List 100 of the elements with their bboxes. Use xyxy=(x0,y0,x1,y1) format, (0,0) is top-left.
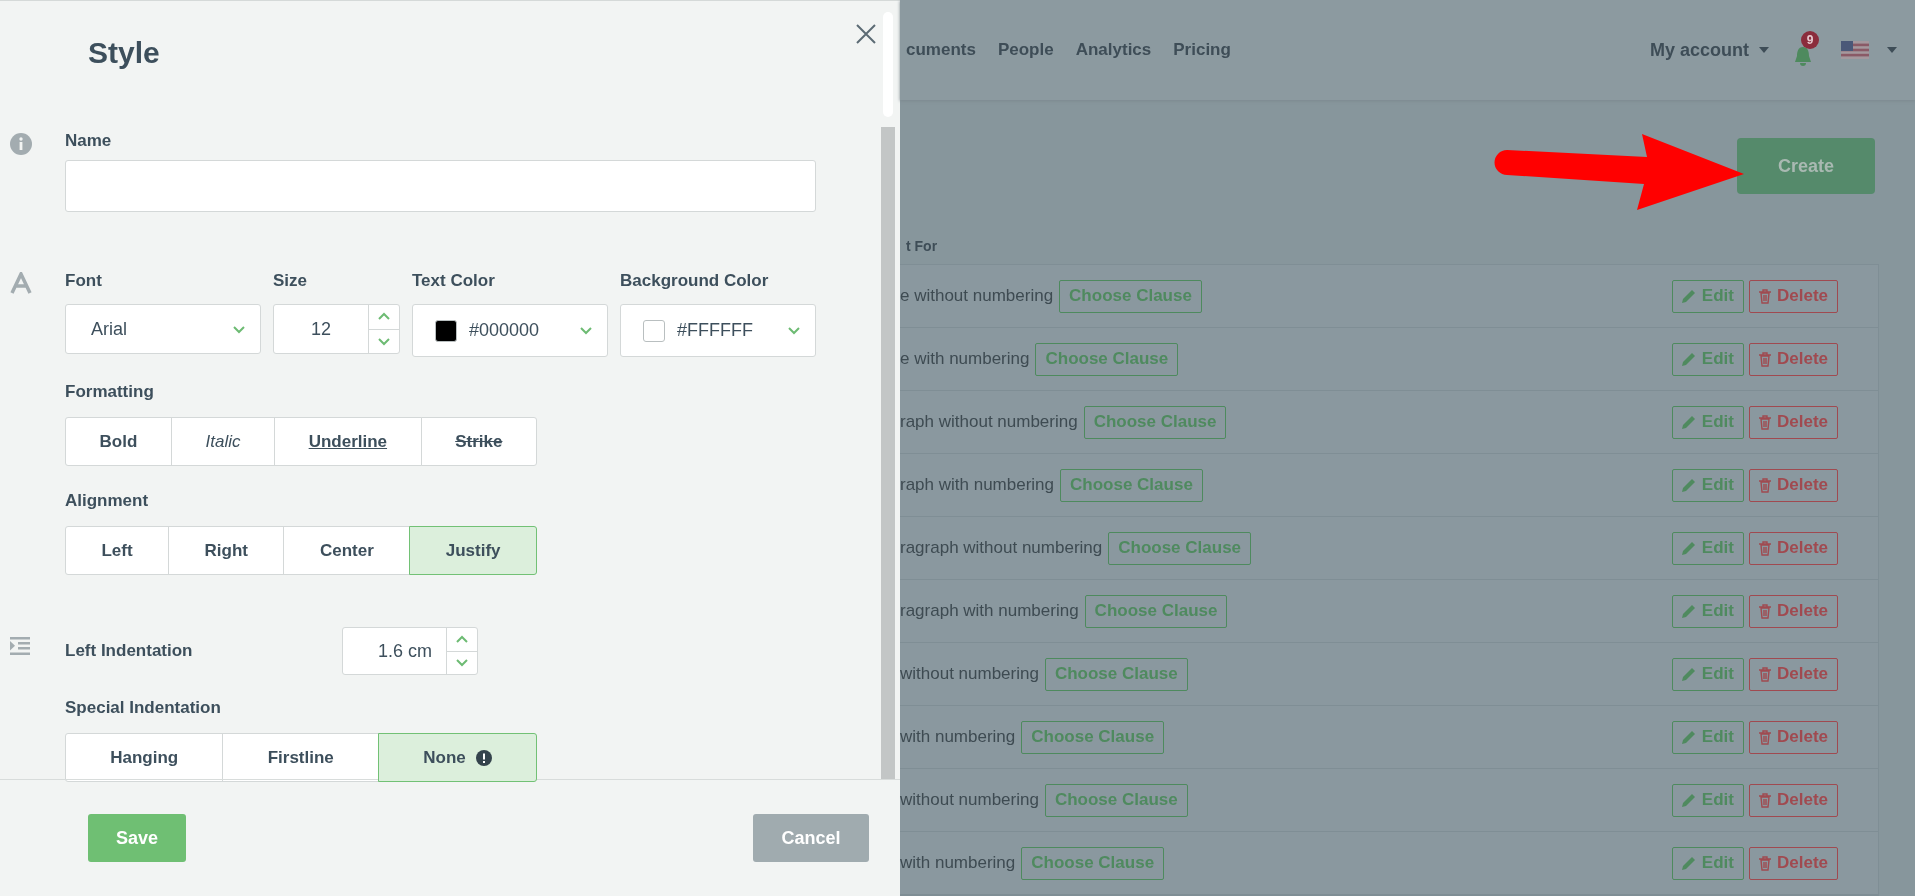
edit-button[interactable]: Edit xyxy=(1671,342,1744,376)
delete-button[interactable]: Delete xyxy=(1748,783,1838,817)
row-title: raph without numbering xyxy=(900,412,1078,432)
chevron-down-icon xyxy=(232,323,246,335)
delete-button[interactable]: Delete xyxy=(1748,405,1838,439)
option-button[interactable]: Strike xyxy=(420,417,538,466)
pencil-icon xyxy=(1681,415,1696,429)
indent-icon xyxy=(10,637,30,655)
choose-clause-button[interactable]: Choose Clause xyxy=(1044,783,1188,817)
choose-clause-button[interactable]: Choose Clause xyxy=(1021,720,1165,754)
trash-icon xyxy=(1758,855,1771,871)
edit-button[interactable]: Edit xyxy=(1671,846,1744,880)
delete-button[interactable]: Delete xyxy=(1748,594,1838,628)
delete-button[interactable]: Delete xyxy=(1748,468,1838,502)
notification-badge: 9 xyxy=(1801,31,1819,49)
option-button[interactable]: Underline xyxy=(274,417,422,466)
option-button[interactable]: Firstline xyxy=(222,733,380,782)
field-label: Alignment xyxy=(65,490,150,512)
pencil-icon xyxy=(1681,541,1696,555)
row-title: ragraph with numbering xyxy=(900,601,1079,621)
nav-link[interactable]: Pricing xyxy=(1173,40,1231,60)
row-title: e without numbering xyxy=(900,286,1054,306)
row-title: with numbering xyxy=(900,727,1016,747)
trash-icon xyxy=(1758,414,1771,430)
option-button[interactable]: Italic xyxy=(170,417,276,466)
edit-button[interactable]: Edit xyxy=(1671,720,1744,754)
trash-icon xyxy=(1758,792,1771,808)
field-label: Background Color xyxy=(620,270,770,292)
delete-button[interactable]: Delete xyxy=(1748,657,1838,691)
row-title: ragraph without numbering xyxy=(900,538,1103,558)
delete-button[interactable]: Delete xyxy=(1748,531,1838,565)
chevron-down-icon xyxy=(455,657,469,669)
chevron-up-icon xyxy=(455,633,469,645)
option-button[interactable]: Justify xyxy=(409,526,537,575)
text-format-icon xyxy=(10,272,32,294)
color-select[interactable]: #FFFFFF xyxy=(620,304,816,357)
delete-button[interactable]: Delete xyxy=(1748,279,1838,313)
option-button[interactable]: Right xyxy=(168,526,285,575)
edit-button[interactable]: Edit xyxy=(1671,657,1744,691)
edit-button[interactable]: Edit xyxy=(1671,531,1744,565)
edit-button[interactable]: Edit xyxy=(1671,405,1744,439)
choose-clause-button[interactable]: Choose Clause xyxy=(1044,657,1188,691)
name-input[interactable] xyxy=(65,160,816,212)
edit-button[interactable]: Edit xyxy=(1671,783,1744,817)
save-button[interactable]: Save xyxy=(88,814,187,862)
create-button[interactable]: Create xyxy=(1737,138,1875,194)
cancel-button[interactable]: Cancel xyxy=(753,814,869,862)
option-button[interactable]: Bold xyxy=(65,417,172,466)
option-button[interactable]: Center xyxy=(283,526,411,575)
trash-icon xyxy=(1758,540,1771,556)
account-menu[interactable]: My account xyxy=(1649,39,1769,61)
nav-link[interactable]: Analytics xyxy=(1075,40,1152,60)
color-select[interactable]: #000000 xyxy=(412,304,608,357)
caret-icon xyxy=(1759,47,1769,53)
pencil-icon xyxy=(1681,478,1696,492)
number-field[interactable]: 1.6 cm xyxy=(342,627,478,675)
chevron-down-icon xyxy=(579,325,593,336)
notifications-button[interactable]: 9 xyxy=(1791,31,1819,69)
number-field[interactable]: 12 xyxy=(273,304,400,354)
flag-icon xyxy=(1841,41,1869,59)
edit-button[interactable]: Edit xyxy=(1671,279,1744,313)
dialog-title: Style xyxy=(88,36,160,70)
language-menu[interactable] xyxy=(1841,41,1897,59)
row-title: without numbering xyxy=(900,790,1039,810)
trash-icon xyxy=(1758,477,1771,493)
delete-button[interactable]: Delete xyxy=(1748,720,1838,754)
trash-icon xyxy=(1758,351,1771,367)
chevron-down-icon xyxy=(787,325,801,336)
field-label: Left Indentation xyxy=(65,640,194,662)
nav-link[interactable]: cuments xyxy=(906,40,976,60)
choose-clause-button[interactable]: Choose Clause xyxy=(1035,342,1179,376)
trash-icon xyxy=(1758,729,1771,745)
pencil-icon xyxy=(1681,667,1696,681)
trash-icon xyxy=(1758,603,1771,619)
choose-clause-button[interactable]: Choose Clause xyxy=(1084,594,1228,628)
row-title: without numbering xyxy=(900,664,1039,684)
font-select[interactable]: Arial xyxy=(65,304,261,354)
pencil-icon xyxy=(1681,352,1696,366)
pencil-icon xyxy=(1681,730,1696,744)
caret-icon xyxy=(1887,47,1897,53)
choose-clause-button[interactable]: Choose Clause xyxy=(1059,279,1202,313)
edit-button[interactable]: Edit xyxy=(1671,468,1744,502)
choose-clause-button[interactable]: Choose Clause xyxy=(1083,405,1227,439)
nav-link[interactable]: People xyxy=(997,40,1054,60)
delete-button[interactable]: Delete xyxy=(1748,846,1838,880)
option-button[interactable]: Hanging xyxy=(65,733,224,782)
close-icon xyxy=(856,24,876,44)
pencil-icon xyxy=(1681,289,1696,303)
choose-clause-button[interactable]: Choose Clause xyxy=(1021,846,1165,880)
choose-clause-button[interactable]: Choose Clause xyxy=(1108,531,1252,565)
row-title: e with numbering xyxy=(900,349,1030,369)
option-button[interactable]: None xyxy=(378,733,537,782)
option-button[interactable]: Left xyxy=(65,526,170,575)
info-icon xyxy=(10,133,32,155)
delete-button[interactable]: Delete xyxy=(1748,342,1838,376)
edit-button[interactable]: Edit xyxy=(1671,594,1744,628)
row-title: raph with numbering xyxy=(900,475,1055,495)
trash-icon xyxy=(1758,666,1771,682)
choose-clause-button[interactable]: Choose Clause xyxy=(1060,468,1203,502)
trash-icon xyxy=(1758,288,1771,304)
